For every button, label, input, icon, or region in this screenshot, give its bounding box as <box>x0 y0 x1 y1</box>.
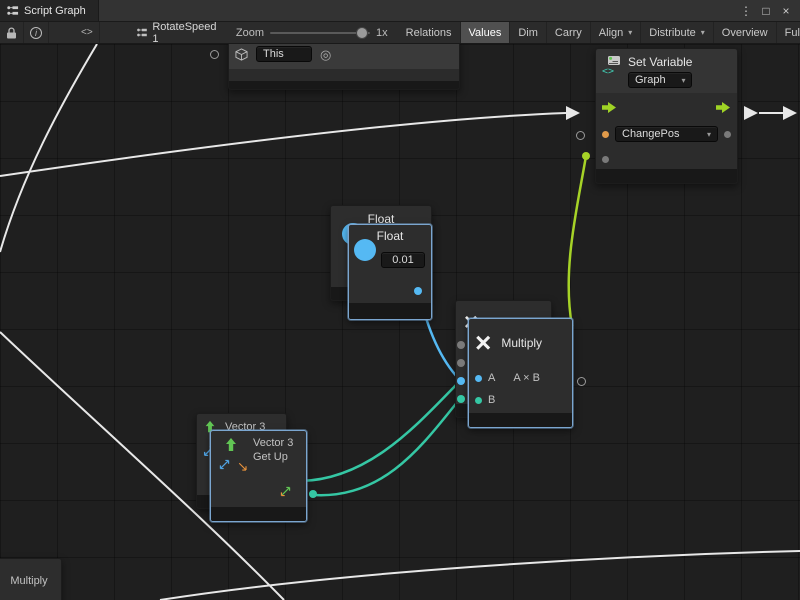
multiply-input-a-port[interactable] <box>475 375 482 382</box>
tab-label: Script Graph <box>24 5 86 17</box>
diagonal-arrows-small-icon <box>279 485 292 498</box>
node-footer <box>469 413 572 427</box>
vector3-title: Vector 3 <box>253 437 293 449</box>
flow-arrowhead-in <box>566 106 580 120</box>
setvariable-input-ring[interactable] <box>576 131 585 140</box>
values-button[interactable]: Values <box>461 22 511 43</box>
node-footer <box>349 303 431 319</box>
graph-canvas[interactable]: This ◎ <> Set Variable Gra <box>0 44 800 600</box>
this-node[interactable]: This ◎ <box>228 44 460 90</box>
multiply-input-b-port[interactable] <box>475 397 482 404</box>
relations-button[interactable]: Relations <box>398 22 461 43</box>
code-icon: <> <box>81 27 93 38</box>
wire-white-to-setvariable[interactable] <box>0 113 566 176</box>
flow-arrowhead-edge <box>783 106 797 120</box>
zoom-slider[interactable] <box>270 22 370 44</box>
maximize-icon[interactable]: □ <box>758 4 774 18</box>
flow-out-port[interactable] <box>716 102 731 113</box>
wire-teal-vector-to-multiply-b[interactable] <box>314 400 459 495</box>
flow-in-port[interactable] <box>602 102 617 113</box>
graph-toolbar: i <> RotateSpeed 1 Zoom 1x Relations Val… <box>0 22 800 44</box>
wire-white-topleft[interactable] <box>0 44 97 252</box>
multiply-node[interactable]: × Multiply A A × B B <box>468 318 573 428</box>
zoom-control: Zoom 1x <box>228 22 396 43</box>
carry-button[interactable]: Carry <box>547 22 591 43</box>
fullscreen-button[interactable]: Full Screen <box>777 22 800 43</box>
chevron-down-icon: ▾ <box>701 28 705 37</box>
multiply-back-input-a[interactable] <box>457 377 465 385</box>
lock-icon <box>6 27 17 39</box>
float-icon <box>354 239 376 261</box>
diagonal-arrows-icon <box>218 458 231 471</box>
node-footer <box>211 507 306 521</box>
dim-button[interactable]: Dim <box>510 22 547 43</box>
close-icon[interactable]: × <box>778 4 794 18</box>
wire-teal-vector-to-multiply-a[interactable] <box>300 383 458 481</box>
breadcrumb[interactable]: RotateSpeed 1 <box>126 22 228 43</box>
vector3-output-port[interactable] <box>309 490 317 498</box>
zoom-slider-track <box>270 32 370 34</box>
arrow-down-right-icon <box>237 461 249 473</box>
chevron-down-icon: ▾ <box>681 76 685 85</box>
code-preview-button[interactable]: <> <box>75 22 100 43</box>
multiply-back-port-2[interactable] <box>457 359 465 367</box>
float-value-field[interactable]: 0.01 <box>381 252 425 268</box>
flow-arrowhead-out <box>744 106 758 120</box>
multiply-back-port-1[interactable] <box>457 341 465 349</box>
this-node-port-ring[interactable] <box>210 50 219 59</box>
object-picker-icon[interactable]: ◎ <box>320 48 331 61</box>
zoom-value: 1x <box>376 27 388 39</box>
tab-script-graph[interactable]: Script Graph <box>0 0 99 21</box>
chevron-down-icon: ▾ <box>628 28 632 37</box>
zoom-slider-handle[interactable] <box>356 27 368 39</box>
overview-button[interactable]: Overview <box>714 22 777 43</box>
setvariable-value-port[interactable] <box>582 152 590 160</box>
wire-lime-multiply-to-setvariable[interactable] <box>569 156 586 326</box>
variable-name-dropdown[interactable]: ChangePos ▾ <box>615 126 718 142</box>
multiply-title: Multiply <box>501 336 542 350</box>
toolbar-button-group: Relations Values Dim Carry Align▾ Distri… <box>398 22 800 43</box>
value-input-port[interactable] <box>602 156 609 163</box>
multiply-output-ring[interactable] <box>577 377 586 386</box>
svg-text:<>: <> <box>602 66 614 75</box>
variable-scope-dropdown[interactable]: Graph ▾ <box>628 72 692 88</box>
unity-script-graph-window: Script Graph ⋮ □ × i <> Ro <box>0 0 800 600</box>
float-title: Float <box>377 229 404 243</box>
node-footer <box>229 81 459 89</box>
chevron-down-icon: ▾ <box>707 130 711 139</box>
info-icon: i <box>30 27 42 39</box>
variable-name-port[interactable] <box>602 131 609 138</box>
variable-out-port[interactable] <box>724 131 731 138</box>
titlebar-spacer <box>99 0 738 21</box>
wire-white-bottom[interactable] <box>160 551 800 600</box>
node-footer <box>596 169 737 183</box>
float-node[interactable]: Float 0.01 <box>348 224 432 320</box>
multiply-back-input-b[interactable] <box>457 395 465 403</box>
cube-icon <box>235 48 248 61</box>
this-object-field[interactable]: This <box>256 46 312 62</box>
set-variable-icon: <> <box>602 55 622 75</box>
lock-button[interactable] <box>0 22 24 43</box>
distribute-button[interactable]: Distribute▾ <box>641 22 713 43</box>
graph-icon <box>6 4 19 17</box>
titlebar: Script Graph ⋮ □ × <box>0 0 800 22</box>
set-variable-title: Set Variable <box>628 55 692 69</box>
align-button[interactable]: Align▾ <box>591 22 641 43</box>
vector3-subtitle: Get Up <box>253 451 293 463</box>
info-button[interactable]: i <box>24 22 49 43</box>
multiply-node-corner[interactable]: Multiply <box>0 558 62 600</box>
float-output-port[interactable] <box>414 287 422 295</box>
kebab-menu-icon[interactable]: ⋮ <box>738 4 754 18</box>
breadcrumb-label: RotateSpeed 1 <box>152 22 218 44</box>
arrow-up-icon <box>223 437 239 453</box>
graph-asset-icon <box>136 26 148 39</box>
vector3-get-up-node[interactable]: Vector 3 Get Up <box>210 430 307 522</box>
set-variable-node[interactable]: <> Set Variable Graph ▾ <box>595 48 738 184</box>
zoom-label: Zoom <box>236 27 264 39</box>
multiply-icon: × <box>475 329 491 357</box>
